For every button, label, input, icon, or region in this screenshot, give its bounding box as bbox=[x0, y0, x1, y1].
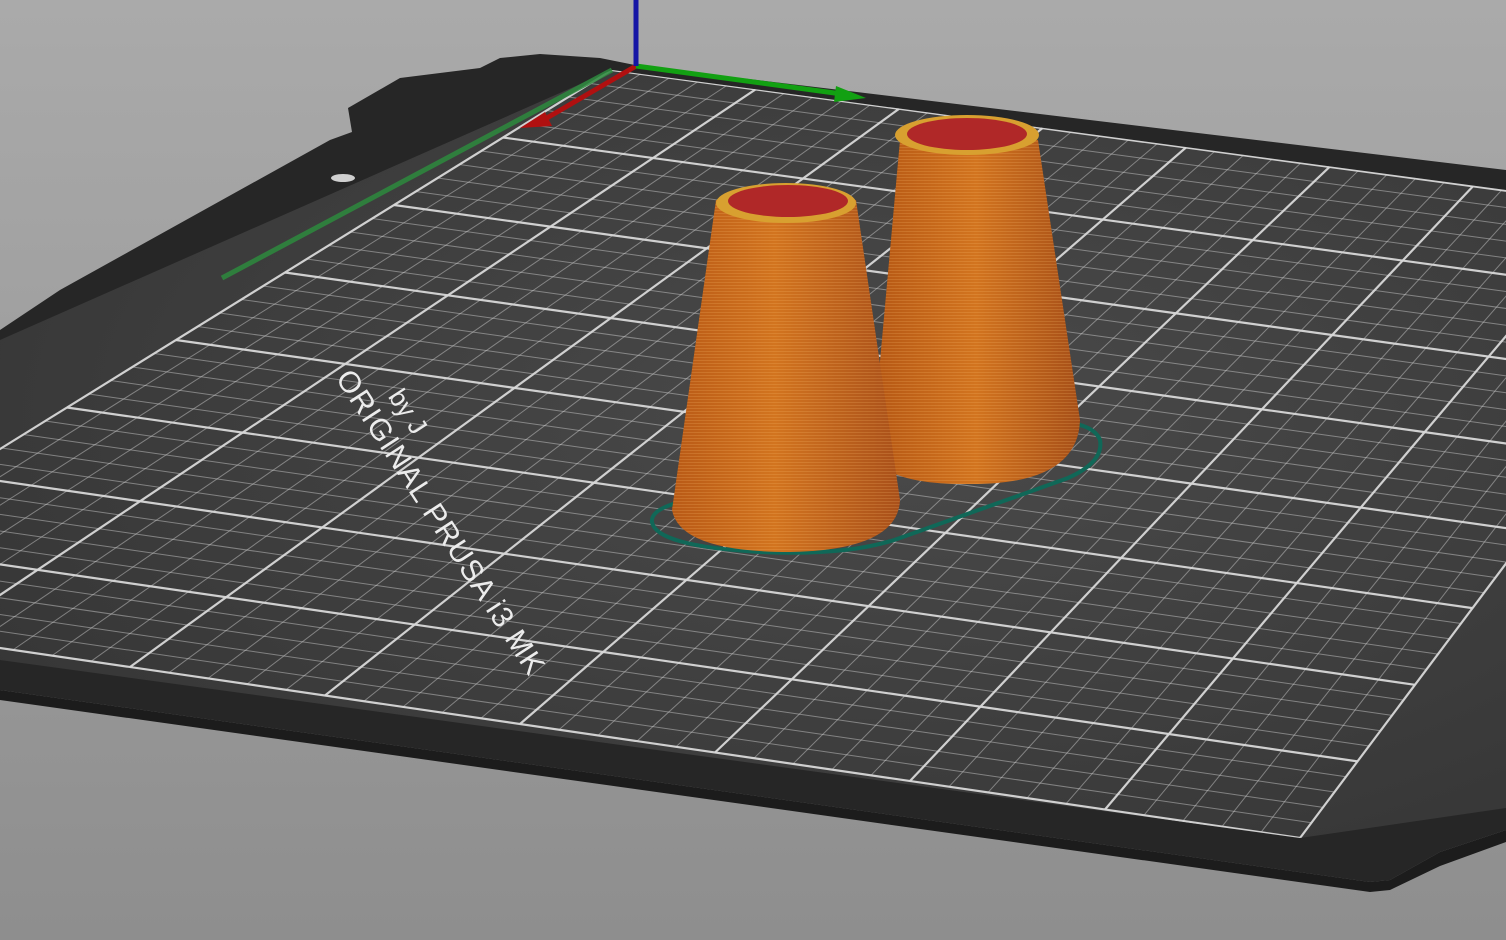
scene-canvas[interactable]: ORIGINAL PRUSA i3 MK by J bbox=[0, 0, 1506, 940]
cone-left-top bbox=[728, 185, 848, 217]
bed-hole-icon bbox=[331, 174, 355, 182]
3d-viewport[interactable]: ORIGINAL PRUSA i3 MK by J bbox=[0, 0, 1506, 940]
cone-right-top bbox=[907, 118, 1027, 150]
